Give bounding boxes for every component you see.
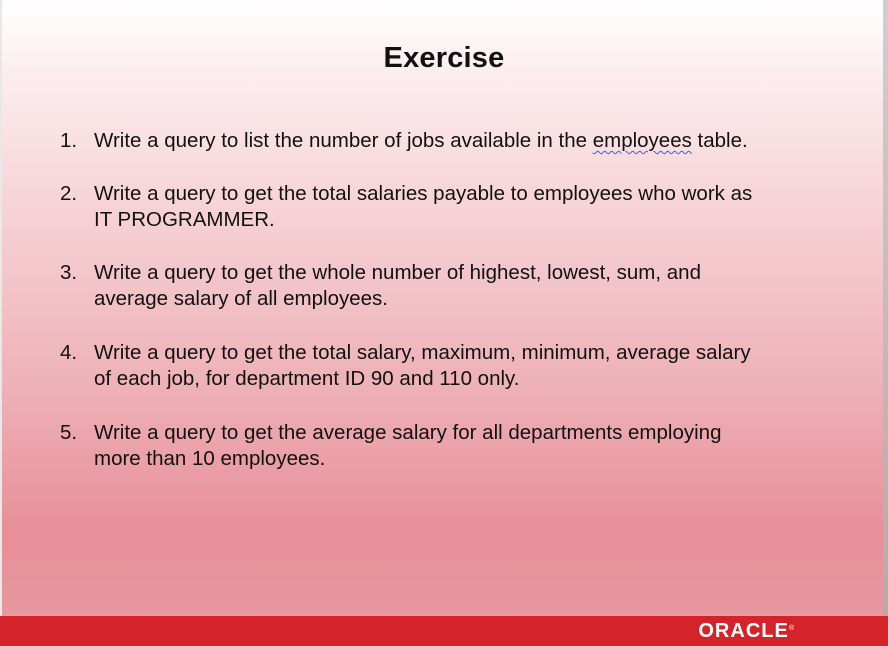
slide-left-edge — [0, 0, 2, 616]
exercise-number-3: 3. — [60, 261, 78, 284]
footer-bar: ORACLE® — [0, 616, 888, 646]
exercise-number-4: 4. — [60, 341, 78, 364]
exercise-list: 1. Write a query to list the number of j… — [58, 128, 828, 472]
exercise-text-4-line1: Write a query to get the total salary, m… — [94, 341, 751, 364]
slide: Exercise 1. Write a query to list the nu… — [0, 0, 888, 646]
exercise-number-1: 1. — [60, 129, 78, 152]
spellcheck-word-employees[interactable]: employees — [593, 129, 692, 152]
exercise-text-5-line1: Write a query to get the average salary … — [94, 421, 722, 444]
registered-mark: ® — [788, 625, 794, 632]
exercise-text-2-line1: Write a query to get the total salaries … — [94, 182, 753, 205]
exercise-text-1b: table. — [691, 129, 748, 152]
exercise-item-1: 1. Write a query to list the number of j… — [58, 128, 828, 154]
oracle-logo-text: ORACLE — [698, 620, 789, 642]
oracle-logo: ORACLE® — [698, 620, 794, 642]
exercise-text-5-line2: more than 10 employees. — [94, 447, 326, 470]
exercise-item-3: 3. Write a query to get the whole number… — [58, 260, 828, 312]
slide-right-edge — [883, 0, 888, 616]
exercise-text-2-line2: IT PROGRAMMER. — [94, 208, 275, 231]
exercise-text-3-line1: Write a query to get the whole number of… — [94, 261, 701, 284]
exercise-number-5: 5. — [60, 421, 78, 444]
exercise-number-2: 2. — [60, 182, 78, 205]
exercise-text-3-line2: average salary of all employees. — [94, 287, 388, 310]
exercise-item-2: 2. Write a query to get the total salari… — [58, 181, 828, 233]
slide-title: Exercise — [383, 42, 505, 74]
exercise-item-4: 4. Write a query to get the total salary… — [58, 340, 828, 392]
exercise-text-1a: Write a query to list the number of jobs… — [94, 129, 593, 152]
exercise-text-4-line2: of each job, for department ID 90 and 11… — [94, 367, 520, 390]
exercise-item-5: 5. Write a query to get the average sala… — [58, 420, 828, 472]
